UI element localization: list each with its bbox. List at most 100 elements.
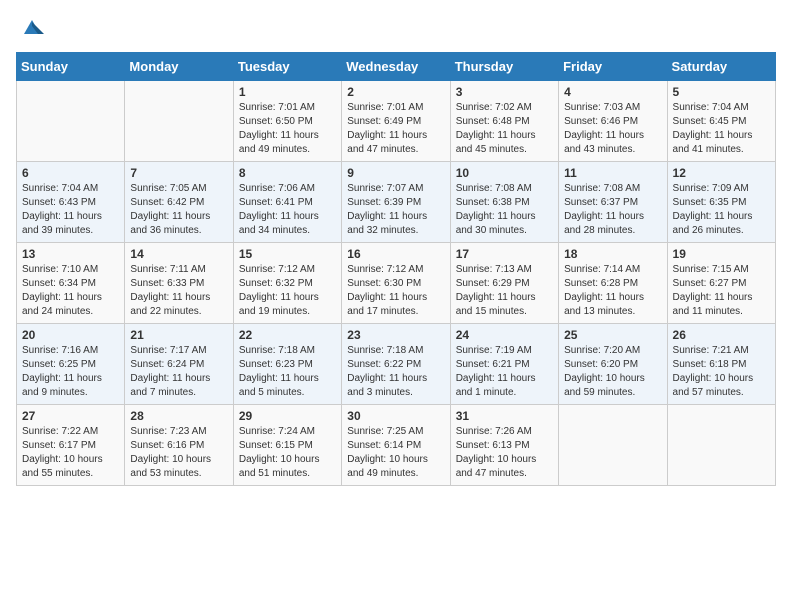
day-info: Sunrise: 7:09 AM Sunset: 6:35 PM Dayligh…	[673, 182, 770, 238]
day-info: Sunrise: 7:12 AM Sunset: 6:30 PM Dayligh…	[347, 263, 444, 319]
day-info: Sunrise: 7:08 AM Sunset: 6:37 PM Dayligh…	[564, 182, 661, 238]
day-number: 20	[22, 328, 119, 342]
calendar-cell: 4Sunrise: 7:03 AM Sunset: 6:46 PM Daylig…	[559, 81, 667, 162]
calendar-cell: 15 Sunrise: 7:12 AM Sunset: 6:32 PM Dayli…	[233, 243, 341, 324]
calendar-cell: 19 Sunrise: 7:15 AM Sunset: 6:27 PM Dayli…	[667, 243, 775, 324]
calendar-cell: 16Sunrise: 7:12 AM Sunset: 6:30 PM Dayli…	[342, 243, 450, 324]
day-number: 22	[239, 328, 336, 342]
day-info: Sunrise: 7:11 AM Sunset: 6:33 PM Dayligh…	[130, 263, 227, 319]
calendar-week-row: 20 Sunrise: 7:16 AM Sunset: 6:25 PM Dayli…	[17, 324, 776, 405]
day-info: Sunrise: 7:20 AM Sunset: 6:20 PM Dayligh…	[564, 344, 661, 400]
calendar-cell: 8 Sunrise: 7:06 AM Sunset: 6:41 PM Daylig…	[233, 162, 341, 243]
day-number: 15	[239, 247, 336, 261]
day-of-week-header: Monday	[125, 53, 233, 81]
day-info: Sunrise: 7:23 AM Sunset: 6:16 PM Dayligh…	[130, 425, 227, 481]
day-info: Sunrise: 7:03 AM Sunset: 6:46 PM Dayligh…	[564, 101, 661, 157]
day-info: Sunrise: 7:04 AM Sunset: 6:43 PM Dayligh…	[22, 182, 119, 238]
calendar-cell: 22 Sunrise: 7:18 AM Sunset: 6:23 PM Dayli…	[233, 324, 341, 405]
day-number: 7	[130, 166, 227, 180]
day-of-week-header: Sunday	[17, 53, 125, 81]
day-number: 29	[239, 409, 336, 423]
calendar-cell: 7 Sunrise: 7:05 AM Sunset: 6:42 PM Daylig…	[125, 162, 233, 243]
logo	[16, 16, 46, 40]
day-of-week-header: Thursday	[450, 53, 558, 81]
calendar-cell: 27 Sunrise: 7:22 AM Sunset: 6:17 PM Dayli…	[17, 405, 125, 486]
day-of-week-header: Tuesday	[233, 53, 341, 81]
day-number: 1	[239, 85, 336, 99]
calendar-cell: 3 Sunrise: 7:02 AM Sunset: 6:48 PM Daylig…	[450, 81, 558, 162]
day-info: Sunrise: 7:10 AM Sunset: 6:34 PM Dayligh…	[22, 263, 119, 319]
logo-icon	[18, 12, 46, 40]
calendar-cell: 2Sunrise: 7:01 AM Sunset: 6:49 PM Daylig…	[342, 81, 450, 162]
calendar-week-row: 27 Sunrise: 7:22 AM Sunset: 6:17 PM Dayli…	[17, 405, 776, 486]
day-info: Sunrise: 7:14 AM Sunset: 6:28 PM Dayligh…	[564, 263, 661, 319]
day-info: Sunrise: 7:06 AM Sunset: 6:41 PM Dayligh…	[239, 182, 336, 238]
day-info: Sunrise: 7:01 AM Sunset: 6:50 PM Dayligh…	[239, 101, 336, 157]
day-info: Sunrise: 7:16 AM Sunset: 6:25 PM Dayligh…	[22, 344, 119, 400]
day-number: 6	[22, 166, 119, 180]
calendar-cell: 11 Sunrise: 7:08 AM Sunset: 6:37 PM Dayli…	[559, 162, 667, 243]
calendar-table: SundayMondayTuesdayWednesdayThursdayFrid…	[16, 52, 776, 486]
calendar-cell	[667, 405, 775, 486]
calendar-cell: 25 Sunrise: 7:20 AM Sunset: 6:20 PM Dayli…	[559, 324, 667, 405]
calendar-cell: 17Sunrise: 7:13 AM Sunset: 6:29 PM Dayli…	[450, 243, 558, 324]
day-number: 12	[673, 166, 770, 180]
day-info: Sunrise: 7:13 AM Sunset: 6:29 PM Dayligh…	[456, 263, 553, 319]
day-of-week-header: Saturday	[667, 53, 775, 81]
calendar-cell: 28 Sunrise: 7:23 AM Sunset: 6:16 PM Dayli…	[125, 405, 233, 486]
day-number: 2	[347, 85, 444, 99]
day-info: Sunrise: 7:25 AM Sunset: 6:14 PM Dayligh…	[347, 425, 444, 481]
page-header	[16, 16, 776, 40]
calendar-cell: 23 Sunrise: 7:18 AM Sunset: 6:22 PM Dayli…	[342, 324, 450, 405]
day-info: Sunrise: 7:02 AM Sunset: 6:48 PM Dayligh…	[456, 101, 553, 157]
day-info: Sunrise: 7:17 AM Sunset: 6:24 PM Dayligh…	[130, 344, 227, 400]
day-number: 24	[456, 328, 553, 342]
day-number: 14	[130, 247, 227, 261]
day-number: 31	[456, 409, 553, 423]
day-number: 26	[673, 328, 770, 342]
day-number: 9	[347, 166, 444, 180]
day-info: Sunrise: 7:22 AM Sunset: 6:17 PM Dayligh…	[22, 425, 119, 481]
calendar-cell	[17, 81, 125, 162]
calendar-week-row: 1 Sunrise: 7:01 AM Sunset: 6:50 PM Daylig…	[17, 81, 776, 162]
calendar-week-row: 13 Sunrise: 7:10 AM Sunset: 6:34 PM Dayli…	[17, 243, 776, 324]
day-number: 21	[130, 328, 227, 342]
calendar-cell: 26 Sunrise: 7:21 AM Sunset: 6:18 PM Dayli…	[667, 324, 775, 405]
calendar-cell: 1 Sunrise: 7:01 AM Sunset: 6:50 PM Daylig…	[233, 81, 341, 162]
day-info: Sunrise: 7:18 AM Sunset: 6:23 PM Dayligh…	[239, 344, 336, 400]
day-info: Sunrise: 7:19 AM Sunset: 6:21 PM Dayligh…	[456, 344, 553, 400]
day-number: 11	[564, 166, 661, 180]
day-number: 3	[456, 85, 553, 99]
day-number: 5	[673, 85, 770, 99]
day-info: Sunrise: 7:21 AM Sunset: 6:18 PM Dayligh…	[673, 344, 770, 400]
calendar-cell: 24 Sunrise: 7:19 AM Sunset: 6:21 PM Dayli…	[450, 324, 558, 405]
day-info: Sunrise: 7:18 AM Sunset: 6:22 PM Dayligh…	[347, 344, 444, 400]
day-info: Sunrise: 7:15 AM Sunset: 6:27 PM Dayligh…	[673, 263, 770, 319]
calendar-cell: 20 Sunrise: 7:16 AM Sunset: 6:25 PM Dayli…	[17, 324, 125, 405]
day-info: Sunrise: 7:12 AM Sunset: 6:32 PM Dayligh…	[239, 263, 336, 319]
day-number: 30	[347, 409, 444, 423]
calendar-cell	[125, 81, 233, 162]
day-info: Sunrise: 7:24 AM Sunset: 6:15 PM Dayligh…	[239, 425, 336, 481]
day-number: 23	[347, 328, 444, 342]
day-number: 28	[130, 409, 227, 423]
day-number: 27	[22, 409, 119, 423]
calendar-cell: 12 Sunrise: 7:09 AM Sunset: 6:35 PM Dayli…	[667, 162, 775, 243]
day-number: 10	[456, 166, 553, 180]
calendar-cell: 13 Sunrise: 7:10 AM Sunset: 6:34 PM Dayli…	[17, 243, 125, 324]
calendar-week-row: 6 Sunrise: 7:04 AM Sunset: 6:43 PM Daylig…	[17, 162, 776, 243]
calendar-cell: 6 Sunrise: 7:04 AM Sunset: 6:43 PM Daylig…	[17, 162, 125, 243]
day-number: 25	[564, 328, 661, 342]
day-of-week-header: Wednesday	[342, 53, 450, 81]
day-number: 13	[22, 247, 119, 261]
day-number: 18	[564, 247, 661, 261]
day-number: 19	[673, 247, 770, 261]
day-number: 8	[239, 166, 336, 180]
day-info: Sunrise: 7:05 AM Sunset: 6:42 PM Dayligh…	[130, 182, 227, 238]
day-info: Sunrise: 7:08 AM Sunset: 6:38 PM Dayligh…	[456, 182, 553, 238]
calendar-cell: 9Sunrise: 7:07 AM Sunset: 6:39 PM Daylig…	[342, 162, 450, 243]
calendar-cell: 14 Sunrise: 7:11 AM Sunset: 6:33 PM Dayli…	[125, 243, 233, 324]
calendar-cell: 30 Sunrise: 7:25 AM Sunset: 6:14 PM Dayli…	[342, 405, 450, 486]
calendar-header-row: SundayMondayTuesdayWednesdayThursdayFrid…	[17, 53, 776, 81]
calendar-cell: 29 Sunrise: 7:24 AM Sunset: 6:15 PM Dayli…	[233, 405, 341, 486]
